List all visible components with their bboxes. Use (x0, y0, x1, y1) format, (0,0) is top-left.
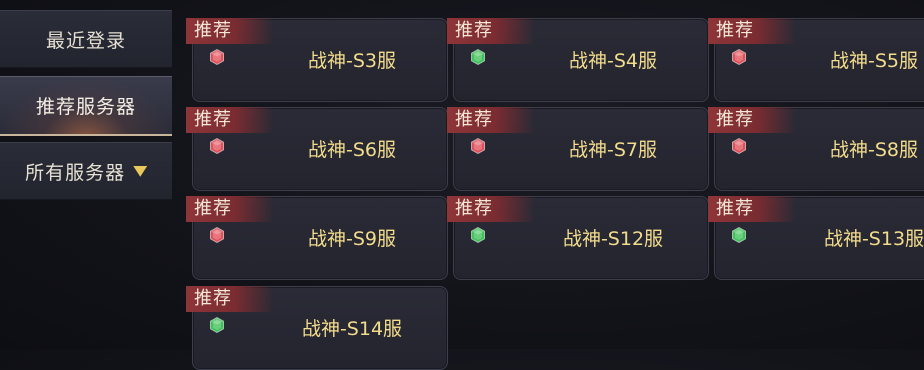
server-card[interactable]: 推荐战神-S12服 (447, 196, 709, 280)
recommended-tag: 推荐 (186, 286, 274, 312)
recommended-tag: 推荐 (708, 107, 796, 133)
chevron-down-icon: ▼ (133, 163, 149, 179)
status-busy-icon (471, 138, 485, 154)
server-card[interactable]: 推荐战神-S3服 (186, 18, 448, 102)
server-card[interactable]: 推荐战神-S4服 (447, 18, 709, 102)
server-card[interactable]: 推荐战神-S5服 (708, 18, 924, 102)
server-name: 战神-S7服 (568, 139, 657, 161)
recommended-tag: 推荐 (708, 18, 796, 44)
server-name: 战神-S6服 (307, 139, 396, 161)
server-name: 战神-S3服 (307, 50, 396, 72)
tab-recent-login[interactable]: 最近登录 (0, 10, 172, 68)
status-busy-icon (210, 227, 224, 243)
tab-label: 所有服务器 (25, 161, 126, 184)
status-busy-icon (210, 49, 224, 65)
tab-label: 推荐服务器 (35, 96, 136, 118)
server-name: 战神-S14服 (301, 318, 403, 340)
server-name: 战神-S13服 (823, 228, 924, 250)
recommended-tag: 推荐 (186, 196, 274, 222)
server-name: 战神-S12服 (562, 228, 664, 250)
server-name: 战神-S5服 (829, 50, 918, 72)
server-card[interactable]: 推荐战神-S7服 (447, 107, 709, 191)
status-smooth-icon (471, 227, 485, 243)
status-smooth-icon (732, 227, 746, 243)
recommended-tag: 推荐 (447, 18, 535, 44)
recommended-tag: 推荐 (186, 18, 274, 44)
server-card[interactable]: 推荐战神-S13服 (708, 196, 924, 280)
recommended-tag: 推荐 (447, 196, 535, 222)
server-card[interactable]: 推荐战神-S8服 (708, 107, 924, 191)
recommended-tag: 推荐 (186, 107, 274, 133)
server-name: 战神-S9服 (307, 228, 396, 250)
tab-label: 最近登录 (45, 29, 126, 52)
status-smooth-icon (210, 317, 224, 333)
status-busy-icon (210, 138, 224, 154)
server-card[interactable]: 推荐战神-S6服 (186, 107, 448, 191)
server-name: 战神-S4服 (568, 50, 657, 72)
recommended-tag: 推荐 (447, 107, 535, 133)
tab-recommended-servers[interactable]: 推荐服务器 (0, 76, 172, 136)
status-smooth-icon (471, 49, 485, 65)
server-card[interactable]: 推荐战神-S14服 (186, 286, 448, 370)
status-busy-icon (732, 49, 746, 65)
sidebar: 最近登录 推荐服务器 所有服务器 ▼ (0, 0, 172, 349)
status-busy-icon (732, 138, 746, 154)
tab-all-servers[interactable]: 所有服务器 ▼ (0, 142, 172, 200)
server-card[interactable]: 推荐战神-S9服 (186, 196, 448, 280)
server-name: 战神-S8服 (829, 139, 918, 161)
recommended-tag: 推荐 (708, 196, 796, 222)
